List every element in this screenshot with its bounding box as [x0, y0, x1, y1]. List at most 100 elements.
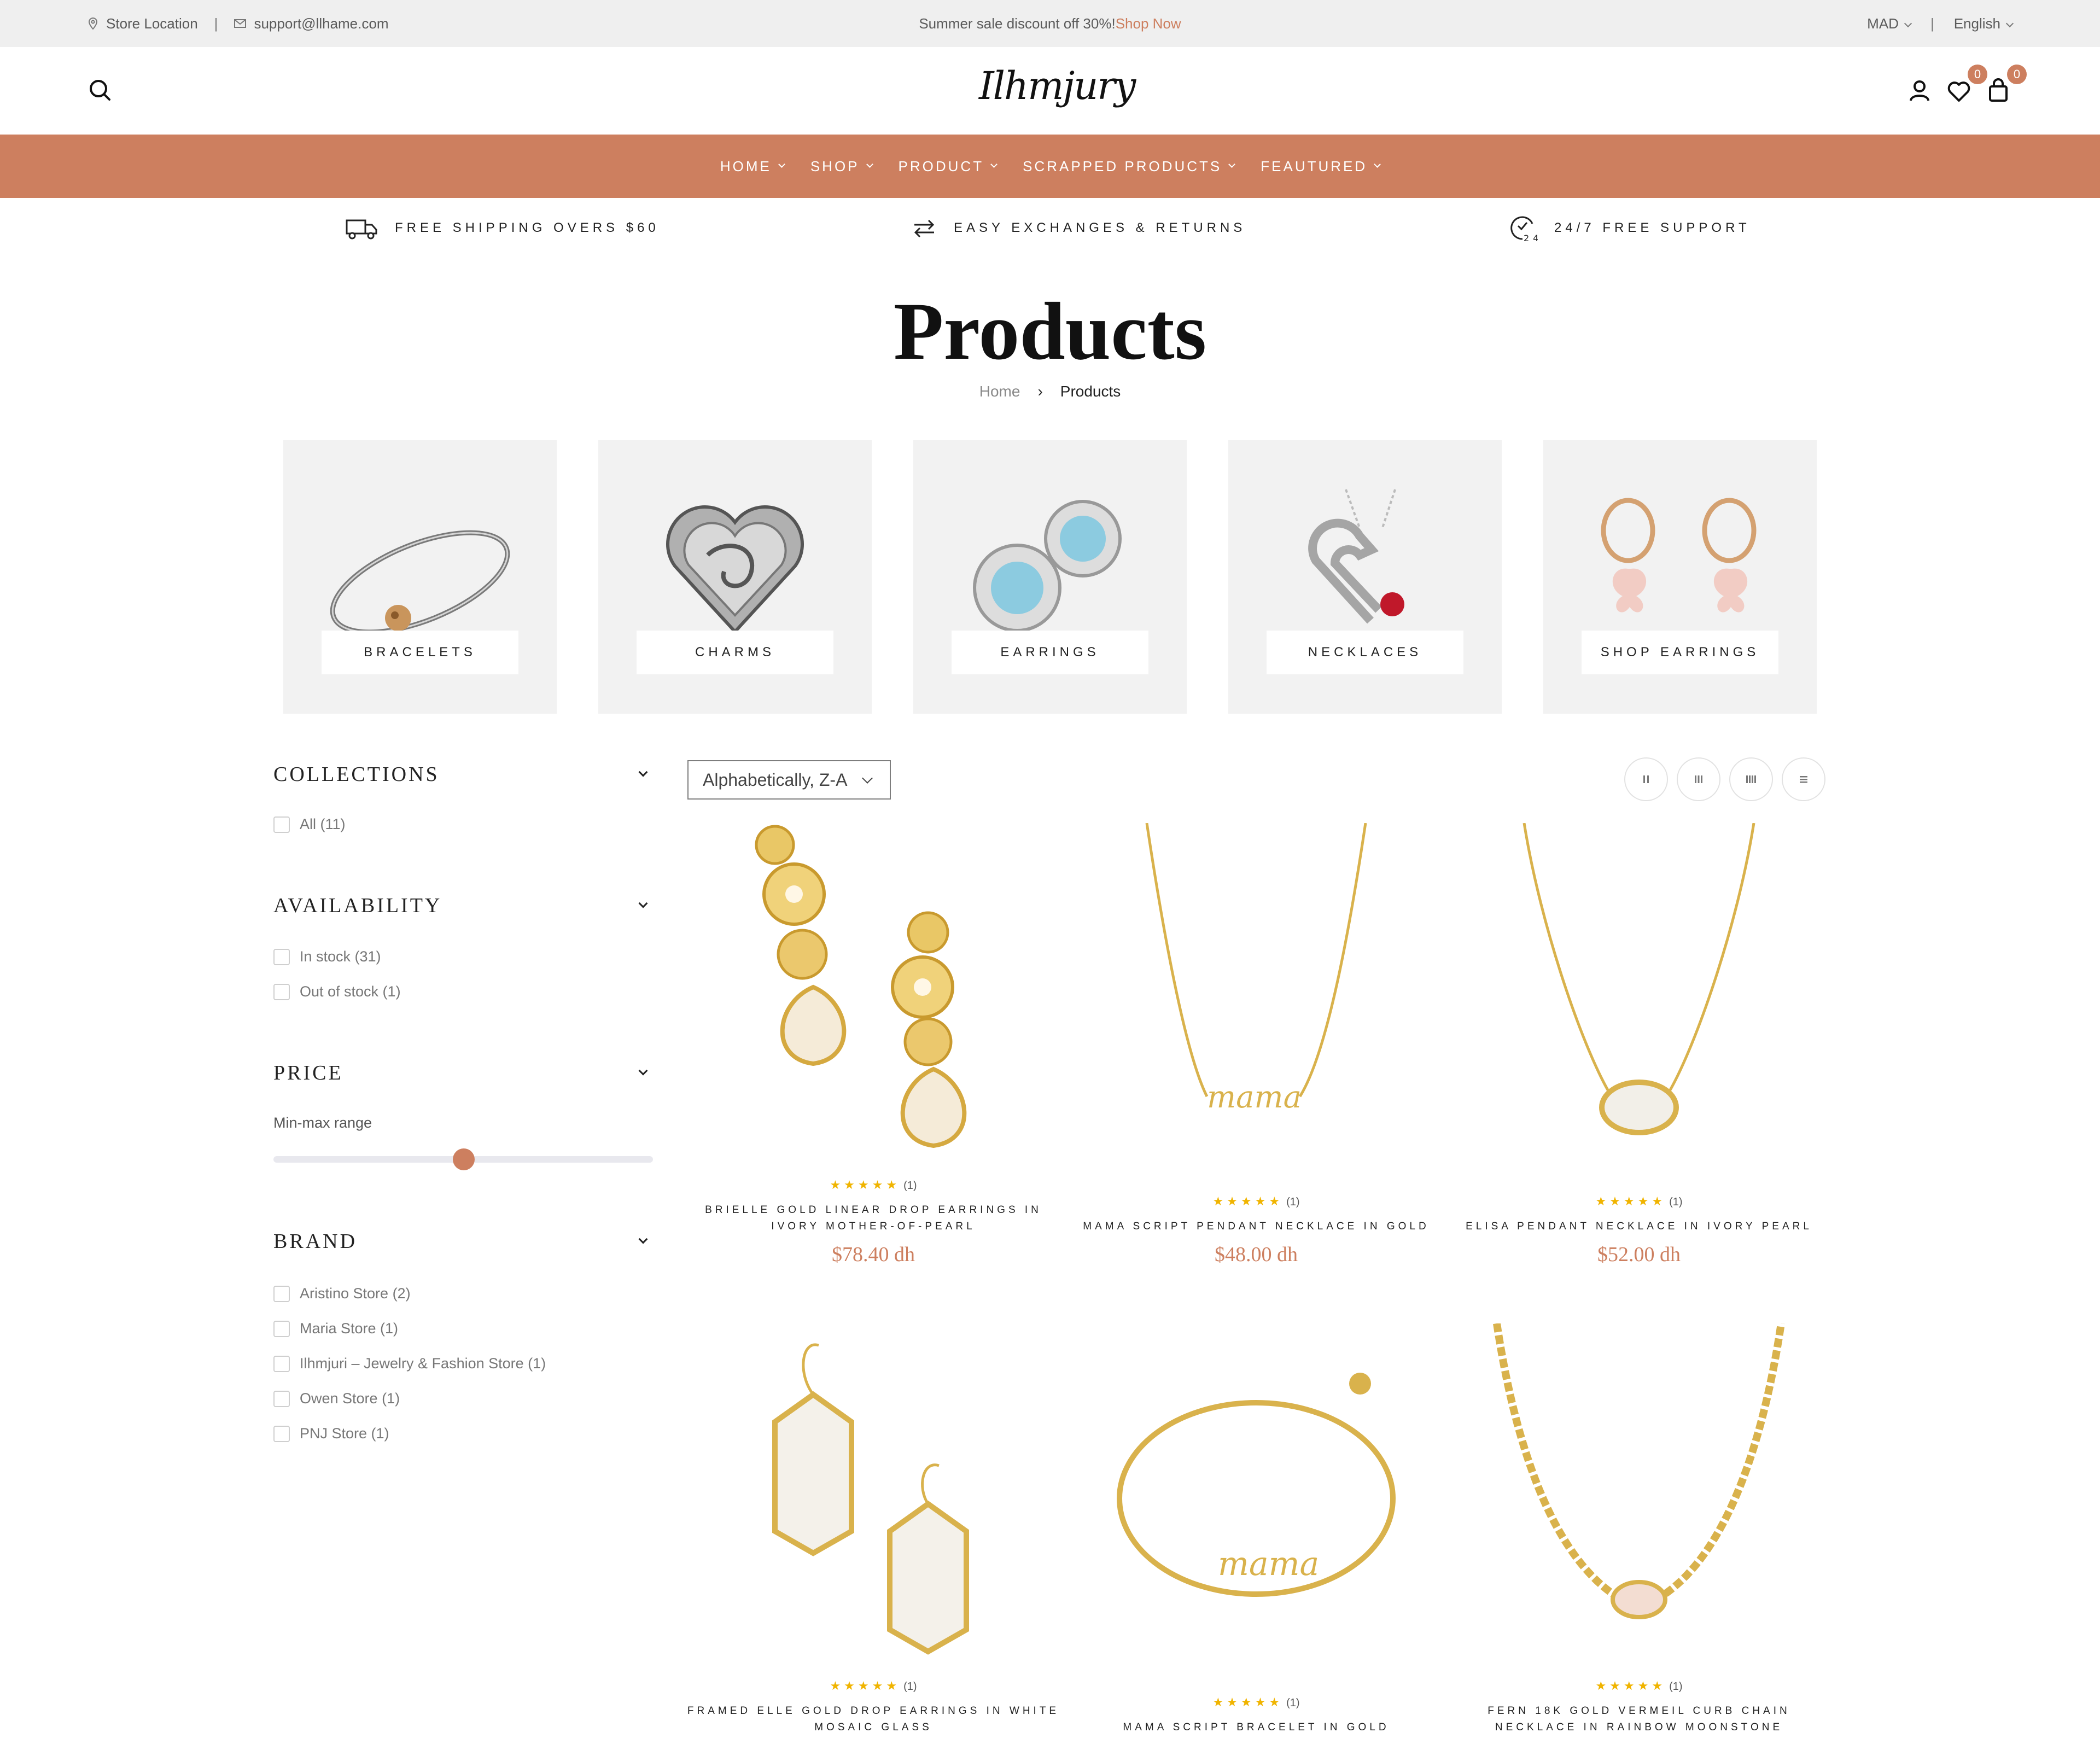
price-range-label: Min-max range — [273, 1115, 372, 1131]
filter-option[interactable]: Owen Store (1) — [273, 1390, 400, 1407]
product-name[interactable]: MAMA SCRIPT PENDANT NECKLACE IN GOLD — [1065, 1218, 1448, 1235]
category-label: BRACELETS — [322, 631, 518, 674]
filter-heading-brand[interactable]: BRAND — [273, 1229, 357, 1253]
product-name[interactable]: FERN 18K GOLD VERMEIL CURB CHAIN NECKLAC… — [1448, 1703, 1830, 1736]
checkbox[interactable] — [273, 1285, 290, 1302]
filter-option[interactable]: Aristino Store (2) — [273, 1285, 411, 1302]
category-card-bracelets[interactable]: BRACELETS — [283, 440, 557, 714]
category-card-charms[interactable]: CHARMS — [598, 440, 872, 714]
product-rating: ★★★★★ (1) — [1065, 1194, 1448, 1209]
category-card-necklaces[interactable]: NECKLACES — [1228, 440, 1502, 714]
product-rating: ★★★★★ (1) — [1065, 1695, 1448, 1710]
product-price: $78.40 dh — [832, 1243, 915, 1266]
filter-option[interactable]: Maria Store (1) — [273, 1320, 398, 1337]
user-icon[interactable] — [1904, 75, 1935, 106]
filter-option[interactable]: Ilhmjuri – Jewelry & Fashion Store (1) — [273, 1355, 546, 1372]
filter-option[interactable]: Out of stock (1) — [273, 983, 401, 1000]
product-image[interactable] — [709, 823, 1037, 1157]
chevron-down-icon — [1374, 160, 1381, 168]
price-range-thumb[interactable] — [453, 1148, 475, 1170]
product-image[interactable] — [709, 1323, 1037, 1657]
cart-button[interactable]: 0 — [1983, 65, 2027, 106]
curb-chain-necklace-image — [1493, 1323, 1785, 1619]
breadcrumb-separator: › — [1037, 383, 1043, 400]
filter-option[interactable]: PNJ Store (1) — [273, 1425, 389, 1442]
review-count: (1) — [903, 1681, 917, 1693]
category-label: CHARMS — [637, 631, 833, 674]
checkbox[interactable] — [273, 816, 290, 833]
filter-option-label: All (11) — [300, 816, 346, 832]
nav-item-shop[interactable]: SHOP — [810, 158, 873, 175]
product-name[interactable]: ELISA PENDANT NECKLACE IN IVORY PEARL — [1448, 1218, 1830, 1235]
nav-item-scrapped-products[interactable]: SCRAPPED PRODUCTS — [1023, 158, 1236, 175]
chevron-down-icon — [2005, 19, 2014, 27]
search-icon[interactable] — [85, 75, 116, 106]
layout-list-button[interactable] — [1782, 757, 1825, 801]
filter-option[interactable]: All (11) — [273, 816, 346, 833]
product-name[interactable]: MAMA SCRIPT BRACELET IN GOLD — [1065, 1719, 1448, 1736]
star-rating-icon: ★★★★★ — [830, 1178, 901, 1192]
sort-select[interactable]: Alphabetically, Z-A — [687, 760, 891, 800]
features-strip: FREE SHIPPING OVERS $60 EASY EXCHANGES &… — [0, 198, 2100, 258]
layout-four-column-button[interactable] — [1729, 757, 1773, 801]
filter-option[interactable]: In stock (31) — [273, 948, 381, 965]
layout-three-column-button[interactable] — [1677, 757, 1720, 801]
exchange-arrows-icon — [914, 219, 935, 238]
product-image[interactable]: mama — [1092, 1323, 1420, 1657]
language-selector[interactable]: English — [1953, 15, 2014, 32]
nav-item-product[interactable]: PRODUCT — [899, 158, 998, 175]
checkbox[interactable] — [273, 1320, 290, 1337]
wishlist-button[interactable]: 0 — [1944, 65, 1987, 106]
checkbox[interactable] — [273, 1390, 290, 1407]
filter-heading-price[interactable]: PRICE — [273, 1061, 343, 1085]
nav-item-home[interactable]: HOME — [720, 158, 785, 175]
product-rating: ★★★★★ (1) — [1448, 1679, 1830, 1693]
star-rating-icon: ★★★★★ — [1595, 1194, 1666, 1208]
category-card-shop-earrings[interactable]: SHOP EARRINGS — [1543, 440, 1817, 714]
nav-label: SHOP — [810, 158, 860, 174]
support-24-icon: 24 — [1510, 216, 1538, 243]
chevron-down-icon — [1904, 19, 1912, 27]
product-image[interactable] — [1475, 1323, 1803, 1657]
currency-label: MAD — [1867, 15, 1899, 32]
feature-exchanges: EASY EXCHANGES & RETURNS — [911, 198, 1246, 258]
review-count: (1) — [903, 1180, 917, 1192]
checkbox[interactable] — [273, 948, 290, 965]
two-column-icon — [1643, 775, 1649, 783]
category-card-earrings[interactable]: EARRINGS — [913, 440, 1187, 714]
checkbox[interactable] — [273, 1425, 290, 1442]
filter-heading-collections[interactable]: COLLECTIONS — [273, 762, 440, 786]
language-label: English — [1953, 15, 2000, 32]
filter-option-label: Aristino Store (2) — [300, 1285, 411, 1302]
checkbox[interactable] — [273, 983, 290, 1000]
feature-label: FREE SHIPPING OVERS $60 — [395, 220, 660, 235]
chevron-down-icon — [990, 160, 998, 168]
page-title: Products — [893, 286, 1207, 377]
product-name[interactable]: BRIELLE GOLD LINEAR DROP EARRINGS IN IVO… — [682, 1202, 1065, 1235]
breadcrumb-home-link[interactable]: Home — [979, 383, 1020, 400]
site-logo[interactable]: Ilhmjury — [979, 63, 1136, 118]
filter-option-label: Owen Store (1) — [300, 1390, 400, 1407]
nav-item-featured[interactable]: FEAUTURED — [1261, 158, 1381, 175]
chevron-down-icon[interactable] — [638, 1234, 648, 1244]
review-count: (1) — [1286, 1196, 1300, 1208]
cart-count-badge: 0 — [2007, 65, 2027, 84]
layout-two-column-button[interactable] — [1624, 757, 1668, 801]
nav-label: SCRAPPED PRODUCTS — [1023, 158, 1222, 174]
chevron-down-icon[interactable] — [638, 767, 648, 777]
svg-text:mama: mama — [1218, 1545, 1319, 1583]
filter-option-label: In stock (31) — [300, 948, 381, 965]
product-name[interactable]: FRAMED ELLE GOLD DROP EARRINGS IN WHITE … — [682, 1703, 1065, 1736]
filter-heading-availability[interactable]: AVAILABILITY — [273, 894, 442, 918]
currency-selector[interactable]: MAD — [1867, 15, 1912, 32]
star-rating-icon: ★★★★★ — [1212, 1194, 1284, 1208]
shop-now-link[interactable]: Shop Now — [1116, 15, 1181, 32]
product-image[interactable] — [1475, 823, 1803, 1157]
feature-free-shipping: FREE SHIPPING OVERS $60 — [345, 198, 660, 258]
svg-text:mama: mama — [1207, 1080, 1302, 1115]
chevron-down-icon[interactable] — [638, 899, 648, 908]
filter-option-label: Ilhmjuri – Jewelry & Fashion Store (1) — [300, 1355, 546, 1372]
chevron-down-icon[interactable] — [638, 1066, 648, 1076]
product-image[interactable]: mama — [1092, 823, 1420, 1157]
checkbox[interactable] — [273, 1355, 290, 1372]
